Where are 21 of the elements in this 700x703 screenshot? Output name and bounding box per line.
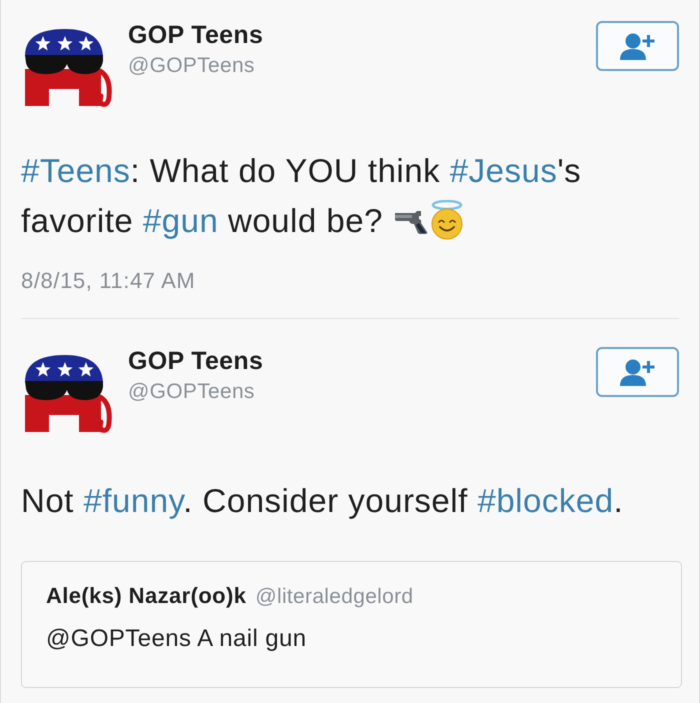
hashtag-link[interactable]: #funny xyxy=(84,482,184,519)
person-plus-icon xyxy=(618,358,656,386)
person-plus-icon xyxy=(618,32,656,60)
account-name: GOP Teens xyxy=(128,20,264,50)
account-name: GOP Teens xyxy=(128,346,264,376)
hashtag-link[interactable]: #Jesus xyxy=(450,152,558,189)
hashtag-link[interactable]: #Teens xyxy=(21,152,130,189)
halo-smiley-icon xyxy=(428,200,465,240)
quoted-author-name: Ale(ks) Nazar(oo)k xyxy=(46,582,246,610)
quoted-tweet-text: @GOPTeens A nail gun xyxy=(46,625,307,653)
tweet-timestamp: 8/8/15, 11:47 AM xyxy=(21,268,196,294)
hashtag-link[interactable]: #blocked xyxy=(477,482,614,519)
hashtag-link[interactable]: #gun xyxy=(142,202,218,239)
follow-button[interactable] xyxy=(596,347,679,397)
account-handle: @GOPTeens xyxy=(128,379,256,405)
tweet-text: #Teens: What do YOU think #Jesus's favorite #gun would be? xyxy=(21,151,582,242)
follow-button[interactable] xyxy=(596,21,679,71)
pistol-icon xyxy=(394,210,429,234)
quoted-author-handle: @literaledgelord xyxy=(255,584,414,610)
tweet-text: Not #funny. Consider yourself #blocked. xyxy=(21,481,624,521)
account-handle: @GOPTeens xyxy=(128,53,256,79)
